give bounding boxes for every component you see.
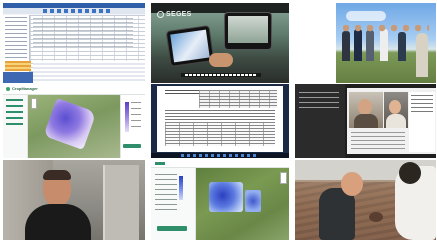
field-overlay — [245, 190, 261, 212]
tablet — [166, 26, 214, 66]
person-foreground — [416, 33, 428, 77]
person — [380, 29, 388, 61]
participant-video — [384, 92, 408, 128]
doc-text-lines — [165, 110, 275, 120]
app-header — [151, 160, 289, 168]
person-foreground-head — [399, 162, 421, 184]
clouds — [346, 11, 386, 21]
subtitle-strip — [181, 73, 261, 77]
seges-logo-icon — [157, 10, 164, 18]
terminal-screen — [228, 16, 268, 43]
tile-spreadsheet[interactable] — [3, 3, 145, 83]
seges-logo: SEGES — [157, 10, 192, 18]
blue-band — [3, 72, 33, 83]
panel-button — [123, 144, 141, 148]
person-body — [25, 204, 91, 240]
lower-grid-block — [33, 61, 145, 83]
terminal — [225, 13, 271, 49]
tile-field-group[interactable] — [336, 3, 436, 83]
participant-video — [349, 92, 383, 128]
person — [366, 30, 374, 61]
taskbar — [151, 153, 289, 158]
grid-data-dots — [33, 18, 133, 48]
soil-clump — [369, 212, 383, 222]
person-head — [341, 172, 363, 196]
person — [398, 32, 406, 61]
call-text-lines — [351, 132, 405, 150]
person — [342, 31, 350, 61]
doc-table-top — [199, 90, 277, 108]
side-panel-rows — [155, 174, 177, 214]
tile-cropmanager[interactable]: CropManager — [3, 84, 145, 158]
left-menu-items — [6, 99, 23, 129]
person — [354, 29, 362, 61]
door — [103, 165, 139, 240]
chat-lines — [411, 95, 433, 115]
hand — [209, 53, 233, 67]
tile-field-map[interactable] — [151, 160, 289, 240]
header-logo — [155, 162, 165, 165]
person-hair — [43, 170, 71, 180]
side-panel-legend — [179, 176, 183, 200]
tile-soil-inspection[interactable] — [295, 160, 436, 240]
tile-speaker[interactable] — [3, 160, 145, 240]
tablet-screen — [170, 29, 210, 63]
app-title: CropManager — [12, 86, 38, 91]
tile-video-call[interactable] — [295, 84, 436, 158]
tile-document[interactable] — [151, 84, 289, 158]
highlight-rows — [5, 61, 31, 71]
legend-gradient — [125, 102, 129, 132]
toolbar-icons — [43, 9, 113, 13]
field-overlay — [209, 182, 243, 212]
side-panel-button — [157, 226, 187, 231]
map-zoom-buttons — [31, 98, 37, 109]
legend-labels — [131, 102, 141, 132]
seges-logo-text: SEGES — [166, 10, 192, 18]
doc-table-bottom — [165, 122, 275, 146]
sidebar-items — [299, 92, 339, 108]
app-logo-icon — [6, 87, 10, 91]
tile-tractor-cab[interactable]: SEGES — [151, 3, 289, 83]
heads — [343, 25, 429, 32]
left-panel-rows — [5, 17, 27, 61]
map-zoom-buttons — [280, 172, 287, 184]
